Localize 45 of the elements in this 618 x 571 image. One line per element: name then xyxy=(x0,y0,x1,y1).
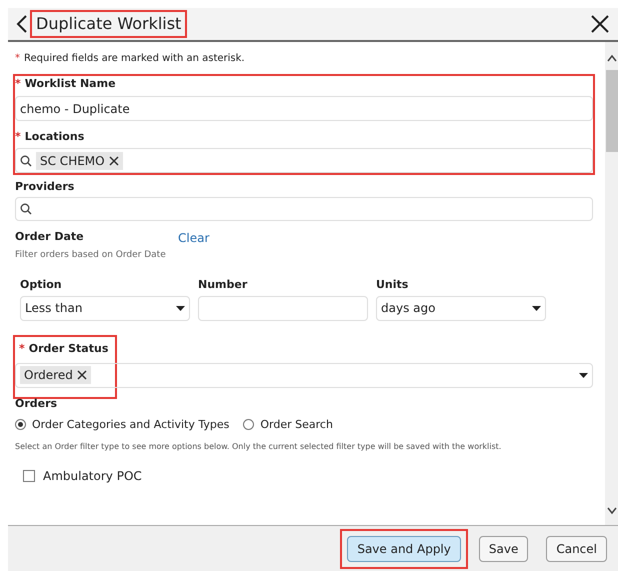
option-dropdown[interactable]: Less than xyxy=(20,296,190,320)
clear-link[interactable]: Clear xyxy=(178,229,210,262)
locations-field[interactable]: SC CHEMO xyxy=(15,148,593,173)
remove-icon[interactable] xyxy=(76,370,87,380)
units-dropdown[interactable]: days ago xyxy=(376,296,546,320)
caret-icon xyxy=(532,306,541,310)
field-label: Orders xyxy=(15,396,58,410)
required-asterisk: * xyxy=(15,129,21,144)
field-label: Units xyxy=(376,276,408,292)
tag-label: Ordered xyxy=(24,367,73,384)
field-label: Locations xyxy=(24,129,84,144)
providers-field[interactable] xyxy=(15,197,593,221)
scroll-down-icon[interactable] xyxy=(606,507,616,515)
radio-option[interactable]: Order Categories and Activity Types xyxy=(15,416,230,433)
order-status-field[interactable]: Ordered xyxy=(15,362,593,388)
help-text: Filter orders based on Order Date xyxy=(15,249,167,262)
number-field[interactable] xyxy=(198,296,368,320)
field-label: Order Status xyxy=(28,340,108,356)
search-icon xyxy=(20,203,32,215)
orders-note: Select an Order filter type to see more options below. Only the current selected filter type will be saved with the worklist. xyxy=(15,441,502,453)
dialog-title: Duplicate Worklist xyxy=(32,12,186,36)
field-label: Order Date xyxy=(15,229,84,244)
tag-label: SC CHEMO xyxy=(40,152,105,170)
footer-button[interactable]: Save xyxy=(478,536,528,562)
required-note: Required fields are marked with an asterisk. xyxy=(24,52,245,66)
back-icon[interactable] xyxy=(16,15,28,33)
footer-button[interactable]: Save and Apply xyxy=(347,536,461,562)
checkbox-option[interactable]: Ambulatory POC xyxy=(23,467,593,485)
required-asterisk: * xyxy=(15,76,21,91)
field-label: Providers xyxy=(15,179,74,194)
scroll-up-icon[interactable] xyxy=(606,54,616,62)
field-label: Worklist Name xyxy=(24,76,116,91)
field-label: Number xyxy=(198,276,248,292)
caret-icon xyxy=(579,372,588,378)
radio-option[interactable]: Order Search xyxy=(243,416,333,433)
required-asterisk: * xyxy=(19,340,25,356)
required-asterisk: * xyxy=(15,52,20,66)
worklist-name-field[interactable]: chemo - Duplicate xyxy=(15,96,593,121)
search-icon xyxy=(20,154,32,166)
remove-icon[interactable] xyxy=(108,156,119,166)
close-icon[interactable] xyxy=(590,14,610,34)
footer-button[interactable]: Cancel xyxy=(546,536,607,562)
caret-icon xyxy=(176,306,185,310)
scrollbar-thumb[interactable] xyxy=(606,70,618,152)
field-label: Option xyxy=(20,276,62,292)
